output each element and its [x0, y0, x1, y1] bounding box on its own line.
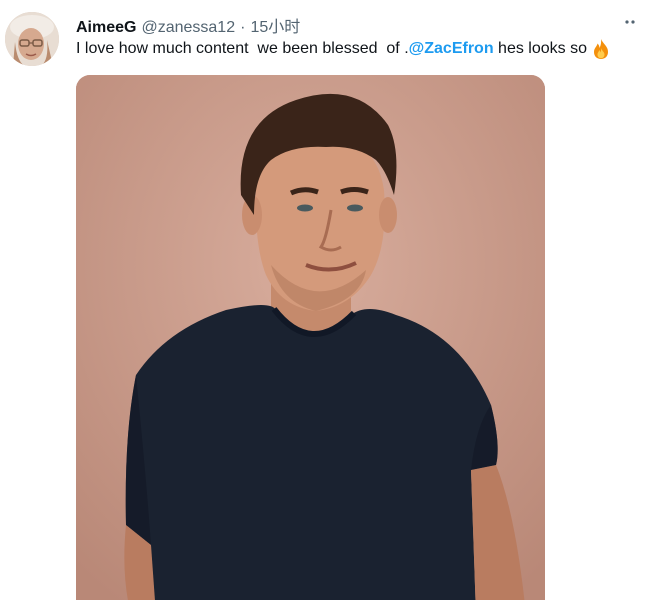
user-handle[interactable]: @zanessa12	[141, 19, 235, 37]
tweet: AimeeG @zanessa12 · 15小时 I love how much…	[0, 0, 647, 600]
tweet-text: I love how much content we been blessed …	[76, 38, 611, 60]
mention-link[interactable]: @ZacEfron	[409, 39, 494, 59]
avatar-photo-icon	[5, 12, 59, 66]
tweet-text-part1: I love how much content we been blessed …	[76, 40, 409, 57]
avatar[interactable]	[5, 12, 59, 66]
tweet-timestamp[interactable]: 15小时	[250, 13, 300, 37]
tweet-photo[interactable]	[76, 75, 545, 600]
separator-dot: ·	[240, 19, 246, 36]
tweet-text-part2: hes looks so	[493, 40, 587, 57]
more-icon[interactable]	[621, 12, 641, 32]
tweet-header: AimeeG @zanessa12 · 15小时	[76, 13, 300, 37]
photo-man-dark-tshirt-icon	[76, 75, 545, 600]
display-name[interactable]: AimeeG	[76, 19, 136, 37]
fire-icon	[591, 38, 611, 60]
